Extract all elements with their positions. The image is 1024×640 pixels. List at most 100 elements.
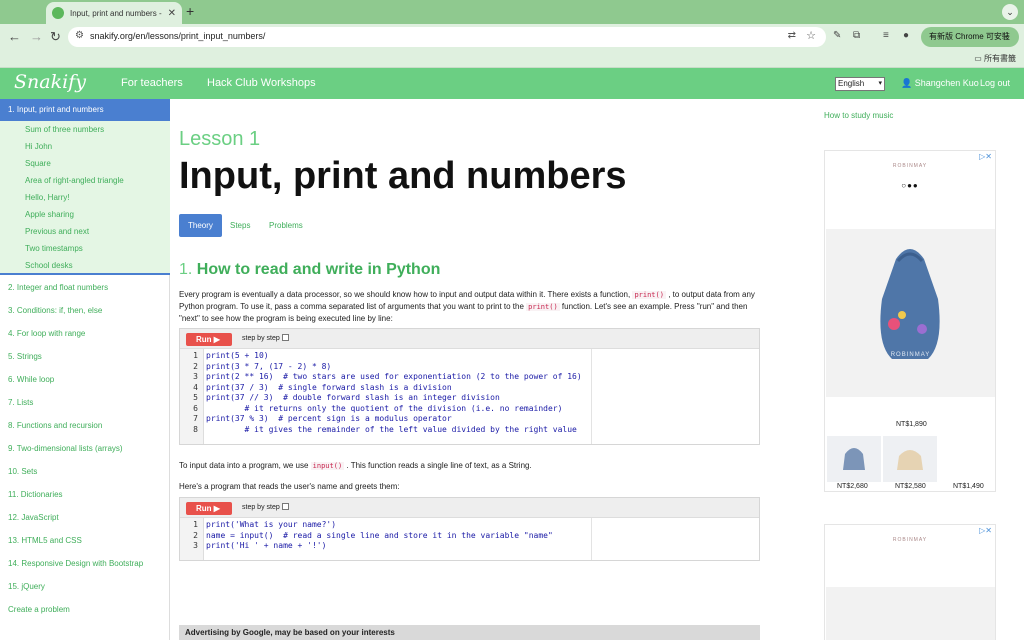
ad-panel[interactable]: ▷✕ ROBINMAY ○●● ROBINMAY NT$1,890 NT$2,6…: [824, 150, 996, 492]
sidebar-item[interactable]: 7. Lists: [8, 398, 33, 407]
sidebar-item[interactable]: 13. HTML5 and CSS: [8, 536, 82, 545]
product-thumbnail[interactable]: [883, 436, 937, 482]
product-thumbnail[interactable]: [827, 436, 881, 482]
address-bar[interactable]: ⚙ snakify.org/en/lessons/print_input_num…: [68, 27, 826, 47]
language-select[interactable]: English ▾: [835, 77, 885, 91]
sidebar-item[interactable]: 4. For loop with range: [8, 329, 85, 338]
handbag-icon: [880, 249, 940, 359]
sidebar-subitems: Sum of three numbers Hi John Square Area…: [0, 121, 170, 275]
tab-problems[interactable]: Problems: [260, 214, 312, 237]
handbag-image[interactable]: ROBINMAY: [826, 229, 995, 397]
line-number: 3: [193, 541, 198, 550]
code-line: print(37 % 3) # percent sign is a modulu…: [206, 414, 452, 423]
ad-price: NT$2,580: [895, 483, 926, 490]
code-divider: [591, 518, 592, 560]
sidebar-item[interactable]: 8. Functions and recursion: [8, 421, 102, 430]
code-line: # it returns only the quotient of the di…: [206, 403, 563, 413]
sidebar-item[interactable]: 9. Two-dimensional lists (arrays): [8, 444, 123, 453]
sidebar-item[interactable]: 15. jQuery: [8, 582, 45, 591]
line-number: 1: [193, 351, 198, 360]
code-toolbar: Run ▶ step by step: [180, 329, 759, 349]
step-by-step-toggle[interactable]: step by step: [242, 503, 289, 511]
sidebar-subitem[interactable]: Hi John: [25, 142, 52, 151]
site-logo[interactable]: Snakify: [14, 71, 86, 93]
line-number: 7: [193, 414, 198, 423]
chrome-update-button[interactable]: 有新版 Chrome 可安裝 ⋮: [921, 27, 1019, 47]
media-icon[interactable]: ≡: [883, 30, 889, 41]
code-line: name = input() # read a single line and …: [206, 530, 553, 540]
bookmark-star-icon[interactable]: ☆: [806, 29, 816, 42]
step-checkbox[interactable]: [281, 334, 289, 341]
sidebar-subitem[interactable]: Square: [25, 159, 51, 168]
step-checkbox[interactable]: [281, 503, 289, 510]
pen-icon[interactable]: ✎: [833, 30, 841, 41]
sidebar-subitem[interactable]: Area of right-angled triangle: [25, 176, 124, 185]
ad-choices-icon[interactable]: ▷✕: [979, 152, 992, 161]
line-number: 8: [193, 424, 198, 434]
sidebar-item-active[interactable]: 1. Input, print and numbers: [0, 99, 170, 121]
run-button[interactable]: Run ▶: [186, 333, 232, 346]
nav-for-teachers[interactable]: For teachers: [121, 77, 183, 89]
all-bookmarks-folder[interactable]: ▭ 所有書籤: [974, 53, 1016, 64]
line-number: 5: [193, 393, 198, 402]
ad-choices-icon[interactable]: ▷✕: [979, 526, 992, 535]
nav-hack-club-workshops[interactable]: Hack Club Workshops: [207, 77, 316, 89]
sidebar-item[interactable]: 12. JavaScript: [8, 513, 59, 522]
step-by-step-toggle[interactable]: step by step: [242, 334, 289, 342]
extensions-icon[interactable]: ⧉: [853, 30, 860, 41]
how-to-study-music-link[interactable]: How to study music: [824, 111, 893, 120]
sidebar-subitem[interactable]: Hello, Harry!: [25, 193, 69, 202]
line-number: 2: [193, 361, 198, 371]
ad-price: NT$2,680: [837, 483, 868, 490]
carousel-dots-icon[interactable]: ○●●: [825, 181, 995, 190]
profile-avatar-icon[interactable]: ●: [903, 30, 909, 41]
back-icon[interactable]: ←: [8, 29, 21, 44]
sidebar-subitem[interactable]: Sum of three numbers: [25, 125, 104, 134]
sidebar-subitem[interactable]: Apple sharing: [25, 210, 74, 219]
translate-icon[interactable]: ⇄: [788, 30, 796, 41]
sidebar-item[interactable]: 6. While loop: [8, 375, 54, 384]
code-line: print(5 + 10): [206, 351, 269, 360]
run-button[interactable]: Run ▶: [186, 502, 232, 515]
chevron-down-icon[interactable]: ⌄: [1002, 4, 1018, 20]
code-line: print(2 ** 16) # two stars are used for …: [206, 372, 582, 381]
user-icon: 👤: [901, 78, 915, 88]
inline-code: input(): [310, 462, 345, 470]
code-area[interactable]: 1 2 3 print('What is your name?') name =…: [180, 518, 759, 560]
ad-image[interactable]: [826, 587, 995, 640]
forward-icon[interactable]: →: [30, 29, 43, 44]
section-heading: 1. How to read and write in Python: [179, 261, 441, 278]
code-line: # it gives the remainder of the left val…: [206, 424, 577, 434]
sidebar-subitem[interactable]: Two timestamps: [25, 244, 83, 253]
create-problem-link[interactable]: Create a problem: [8, 605, 70, 614]
bag-thumb-icon: [897, 450, 923, 470]
sidebar-item[interactable]: 14. Responsive Design with Bootstrap: [8, 559, 143, 568]
ad-disclosure-bar: Advertising by Google, may be based on y…: [179, 625, 760, 640]
chevron-down-icon: ▾: [878, 80, 882, 87]
code-area[interactable]: 1 2 3 4 5 6 7 8 print(5 + 10) print(3 * …: [180, 349, 759, 444]
sidebar-item[interactable]: 2. Integer and float numbers: [8, 283, 108, 292]
site-info-icon[interactable]: ⚙: [75, 30, 84, 41]
new-tab-icon[interactable]: +: [186, 3, 194, 19]
sidebar-subitem[interactable]: School desks: [25, 261, 73, 270]
sidebar-item[interactable]: 5. Strings: [8, 352, 42, 361]
tab-theory[interactable]: Theory: [179, 214, 222, 237]
logout-link[interactable]: Log out: [980, 78, 1010, 88]
ad-panel[interactable]: ▷✕ ROBINMAY: [824, 524, 996, 640]
sidebar-item[interactable]: 10. Sets: [8, 467, 37, 476]
sidebar-item[interactable]: 3. Conditions: if, then, else: [8, 306, 102, 315]
reload-icon[interactable]: ↻: [50, 29, 61, 45]
menu-dots-icon[interactable]: ⋮: [1002, 27, 1012, 47]
bag-thumb-icon: [843, 448, 865, 470]
close-tab-icon[interactable]: ✕: [168, 8, 176, 19]
user-link[interactable]: 👤 Shangchen Kuo: [901, 78, 979, 89]
code-toolbar: Run ▶ step by step: [180, 498, 759, 518]
code-line: print(37 // 3) # double forward slash is…: [206, 393, 500, 402]
folder-icon: ▭: [974, 54, 984, 63]
url-text[interactable]: snakify.org/en/lessons/print_input_numbe…: [90, 31, 265, 41]
browser-tab[interactable]: Input, print and numbers - Le ✕: [46, 2, 182, 24]
tab-steps[interactable]: Steps: [221, 214, 259, 237]
sidebar-subitem[interactable]: Previous and next: [25, 227, 89, 236]
code-divider: [591, 349, 592, 444]
sidebar-item[interactable]: 11. Dictionaries: [8, 490, 63, 499]
